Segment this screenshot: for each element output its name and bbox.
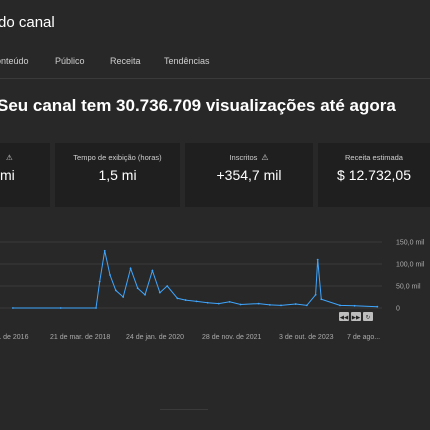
metric-label-watch-time: Tempo de exibição (horas) bbox=[73, 153, 162, 162]
tab-trends[interactable]: Tendências bbox=[164, 56, 210, 66]
metric-value-views: mi bbox=[0, 167, 15, 183]
data-point bbox=[95, 307, 97, 309]
data-point bbox=[114, 289, 117, 292]
page-title: do canal bbox=[0, 14, 55, 31]
metric-card-watch-time[interactable]: Tempo de exibição (horas) 1,5 mi bbox=[55, 143, 180, 207]
control-glyph: ▶▶ bbox=[352, 315, 361, 321]
data-point bbox=[206, 301, 209, 304]
data-point bbox=[269, 304, 271, 306]
metric-value-subscribers: +354,7 mil bbox=[216, 167, 282, 183]
metric-label-revenue: Receita estimada bbox=[345, 153, 403, 162]
metric-card-revenue[interactable]: Receita estimada $ 12.732,05 bbox=[318, 143, 430, 207]
data-point bbox=[122, 296, 125, 298]
data-point bbox=[109, 274, 111, 276]
data-point bbox=[320, 298, 323, 301]
control-glyph: ↻ bbox=[366, 315, 371, 321]
divider bbox=[160, 409, 208, 410]
data-point bbox=[353, 304, 356, 307]
metric-value-revenue: $ 12.732,05 bbox=[337, 167, 411, 183]
x-tick-label: 3 de out. de 2023 bbox=[279, 334, 334, 341]
views-series-line bbox=[12, 250, 378, 309]
data-point bbox=[316, 258, 319, 261]
data-point bbox=[151, 269, 154, 272]
data-point bbox=[158, 291, 161, 294]
y-tick-label: 150,0 mil bbox=[396, 240, 425, 247]
x-tick-label: 21 de mar. de 2018 bbox=[50, 334, 110, 341]
data-point bbox=[136, 287, 139, 290]
tab-revenue[interactable]: Receita bbox=[110, 56, 141, 66]
views-line-chart: 150,0 mil 100,0 mil 50,0 mil 0 mai. de 2016 2… bbox=[0, 240, 425, 341]
data-point bbox=[257, 302, 260, 305]
data-point bbox=[294, 303, 297, 305]
warning-icon: ⚠ bbox=[261, 153, 269, 162]
metric-value-watch-time: 1,5 mi bbox=[98, 167, 137, 183]
metrics-row: ⚠ mi Tempo de exibição (horas) 1,5 mi In… bbox=[0, 143, 430, 207]
y-tick-label: 100,0 mil bbox=[396, 262, 425, 269]
data-point bbox=[103, 249, 106, 252]
data-point bbox=[239, 303, 242, 306]
data-point bbox=[176, 297, 179, 300]
y-tick-label: 0 bbox=[396, 306, 400, 313]
data-point bbox=[217, 302, 220, 305]
metric-label-subscribers: Inscritos ⚠ bbox=[185, 153, 313, 162]
data-point bbox=[376, 305, 379, 308]
data-point bbox=[129, 267, 132, 270]
warning-icon: ⚠ bbox=[6, 153, 13, 162]
reset-icon[interactable]: ↻ bbox=[363, 312, 373, 321]
data-point bbox=[12, 307, 14, 309]
rewind-icon[interactable]: ◀◀ bbox=[339, 312, 349, 321]
data-point bbox=[314, 293, 317, 296]
forward-icon[interactable]: ▶▶ bbox=[351, 312, 361, 321]
data-point bbox=[144, 293, 146, 296]
views-headline: Seu canal tem 30.736.709 visualizações a… bbox=[0, 96, 396, 115]
tab-bar: onteúdo Público Receita Tendências bbox=[0, 54, 430, 79]
x-tick-label: 24 de jan. de 2020 bbox=[126, 334, 184, 341]
data-point bbox=[305, 304, 308, 307]
x-tick-label: mai. de 2016 bbox=[0, 334, 29, 341]
data-point bbox=[98, 280, 101, 283]
data-point bbox=[280, 304, 282, 307]
data-point bbox=[339, 304, 341, 307]
metric-card-subscribers[interactable]: Inscritos ⚠ +354,7 mil bbox=[185, 143, 313, 207]
y-tick-label: 50,0 mil bbox=[396, 284, 421, 291]
data-point bbox=[228, 300, 231, 303]
data-point bbox=[166, 285, 169, 287]
data-point bbox=[184, 299, 187, 301]
data-point bbox=[59, 307, 62, 309]
tab-content[interactable]: onteúdo bbox=[0, 56, 29, 66]
control-glyph: ◀◀ bbox=[340, 315, 349, 321]
x-tick-label: 28 de nov. de 2021 bbox=[202, 334, 262, 341]
metric-label-subscribers-text: Inscritos bbox=[229, 153, 258, 162]
data-point bbox=[195, 300, 198, 303]
x-tick-label: 7 de ago... bbox=[347, 334, 380, 341]
metric-card-views[interactable]: ⚠ mi bbox=[0, 143, 50, 207]
tab-audience[interactable]: Público bbox=[55, 56, 85, 66]
